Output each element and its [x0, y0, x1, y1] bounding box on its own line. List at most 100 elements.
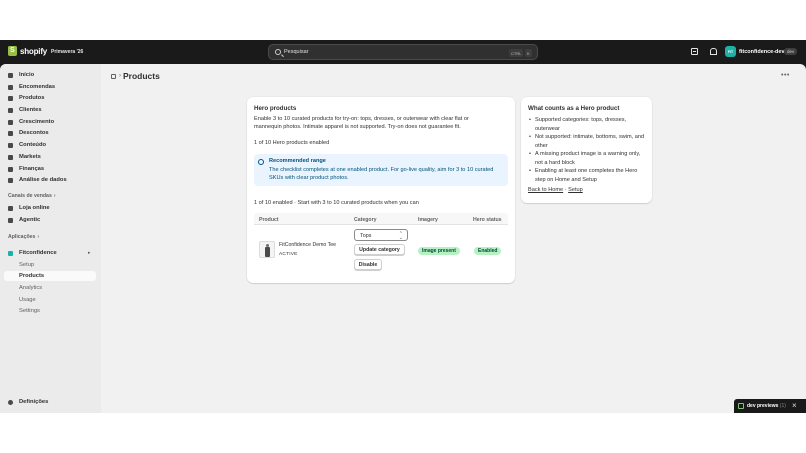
person-icon [8, 107, 13, 113]
sidebar-subitem-label: Analytics [19, 285, 43, 291]
card-title: What counts as a Hero product [528, 105, 620, 112]
sidebar-item-agentic[interactable]: Agentic [4, 215, 96, 225]
store-env-badge: dev [784, 48, 798, 55]
chevron-right-icon: › [53, 193, 56, 199]
sidebar-subitem-usage[interactable]: Usage [4, 295, 96, 305]
sidebar-subitem-products[interactable]: Products [4, 271, 96, 281]
list-item: Supported categories: tops, dresses, out… [528, 116, 648, 133]
list-item: Enabling at least one completes the Hero… [528, 167, 648, 184]
sidebar-item-label: Definições [19, 399, 49, 405]
sidebar-item-markets[interactable]: Markets [4, 152, 96, 162]
growth-icon [8, 119, 13, 125]
sidebar-subitem-settings[interactable]: Settings [4, 306, 96, 316]
sidebar-item-encomendas[interactable]: Encomendas [4, 82, 96, 92]
sidebar-item-produtos[interactable]: Produtos [4, 93, 96, 103]
info-icon [258, 159, 264, 165]
top-bar: shopify Primavera '26 Pesquisar CTRL K F… [0, 40, 806, 64]
sidebar-item-descontos[interactable]: Descontos [4, 128, 96, 138]
channels-heading[interactable]: Canais de vendas › [8, 193, 56, 199]
store-avatar[interactable]: FIT [725, 46, 736, 57]
toast-count: (1) [779, 403, 786, 409]
notification-bell-icon[interactable] [709, 48, 717, 55]
chevron-right-icon: › [119, 73, 121, 79]
sidebar-item-label: Início [19, 72, 35, 78]
category-select[interactable]: Tops ⌃ ⌄ [354, 229, 408, 241]
table-row: FitConfidence Demo Tee ACTIVE Tops ⌃ ⌄ Up… [254, 225, 508, 281]
sidebar-item-conteudo[interactable]: Conteúdo [4, 140, 96, 150]
column-header-category: Category [354, 216, 377, 223]
sidebar-item-clientes[interactable]: Clientes [4, 105, 96, 115]
sidebar-subitem-label: Products [19, 273, 45, 279]
product-name[interactable]: FitConfidence Demo Tee [279, 242, 336, 248]
card-description-line1: Enable 3 to 10 curated products for try-… [254, 116, 469, 122]
disable-button[interactable]: Disable [354, 259, 382, 270]
sidebar-item-fitconfidence[interactable]: Fitconfidence ▸ [4, 248, 96, 258]
imagery-badge: Image present [418, 247, 460, 255]
edition-label[interactable]: Primavera '26 [51, 49, 83, 55]
hero-info-card: What counts as a Hero product Supported … [521, 97, 652, 203]
sidebar-item-label: Agentic [19, 217, 41, 223]
sidebar-item-label: Descontos [19, 130, 49, 136]
recommended-range-callout: Recommended range The checklist complete… [254, 154, 508, 186]
channels-heading-label: Canais de vendas [8, 193, 52, 199]
card-description-line2: mannequin photos. Intimate apparel is no… [254, 124, 461, 130]
store-icon[interactable] [691, 48, 698, 55]
sidebar-item-financas[interactable]: Finanças [4, 164, 96, 174]
sidebar-item-label: Clientes [19, 107, 42, 113]
agent-icon [8, 217, 13, 223]
list-item: Not supported: intimate, bottoms, swim, … [528, 133, 648, 150]
sidebar-item-label: Conteúdo [19, 142, 47, 148]
toast-label: dev previews (1) [747, 403, 786, 409]
tag-icon [8, 95, 13, 101]
sidebar-item-definicoes[interactable]: Definições [4, 397, 96, 407]
search-bar[interactable]: Pesquisar CTRL K [268, 44, 538, 60]
hero-products-card: Hero products Enable 3 to 10 curated pro… [247, 97, 515, 283]
callout-title: Recommended range [269, 158, 326, 164]
shortcut-ctrl-key: CTRL [509, 49, 524, 57]
sidebar-subitem-analytics[interactable]: Analytics [4, 283, 96, 293]
preview-icon [738, 403, 744, 409]
table-header: Product Category Imagery Hero status [254, 213, 508, 225]
sidebar-subitem-label: Usage [19, 297, 36, 303]
sidebar-item-analise[interactable]: Análise de dados [4, 175, 96, 185]
setup-link[interactable]: Setup [568, 187, 583, 193]
brand-name: shopify [20, 46, 48, 56]
column-header-imagery: Imagery [418, 216, 438, 223]
table-summary: 1 of 10 enabled · Start with 3 to 10 cur… [254, 200, 419, 206]
sidebar-item-crescimento[interactable]: Crescimento [4, 117, 96, 127]
card-title: Hero products [254, 105, 297, 112]
bank-icon [8, 166, 13, 172]
select-chevron-icon: ⌃ ⌄ [398, 231, 403, 241]
store-name[interactable]: fitconfidence-dev [739, 49, 785, 55]
close-icon[interactable]: × [792, 401, 797, 410]
sidebar-item-label: Fitconfidence [19, 250, 57, 256]
chart-icon [8, 177, 13, 183]
sidebar-item-loja-online[interactable]: Loja online [4, 203, 96, 213]
product-thumbnail[interactable] [259, 241, 275, 258]
home-icon [8, 72, 13, 78]
sidebar-subitem-setup[interactable]: Setup [4, 260, 96, 270]
search-placeholder: Pesquisar [284, 49, 309, 55]
dev-previews-toast[interactable]: dev previews (1) × [734, 399, 806, 413]
update-category-button[interactable]: Update category [354, 244, 405, 255]
column-header-product: Product [259, 216, 279, 223]
product-status: ACTIVE [279, 252, 298, 257]
gear-icon [8, 399, 13, 405]
apps-heading[interactable]: Aplicações › [8, 234, 39, 240]
back-to-home-link[interactable]: Back to Home [528, 187, 563, 193]
shopify-logo[interactable]: shopify [8, 46, 47, 56]
sidebar-item-label: Loja online [19, 205, 50, 211]
more-options-icon[interactable]: ••• [781, 72, 790, 79]
sidebar-subitem-label: Setup [19, 262, 35, 268]
hero-status-badge: Enabled [474, 247, 502, 255]
column-header-hero-status: Hero status [473, 216, 502, 223]
apps-heading-label: Aplicações [8, 234, 36, 240]
app-grid-icon[interactable] [111, 73, 116, 79]
sidebar-item-label: Markets [19, 154, 41, 160]
sidebar-subitem-label: Settings [19, 308, 40, 314]
page-title: Products [123, 71, 160, 81]
sidebar-item-inicio[interactable]: Início [4, 70, 96, 80]
hero-criteria-list: Supported categories: tops, dresses, out… [528, 116, 648, 184]
pin-icon[interactable]: ▸ [88, 250, 91, 256]
sidebar: Início Encomendas Produtos Clientes Cres… [0, 64, 101, 413]
